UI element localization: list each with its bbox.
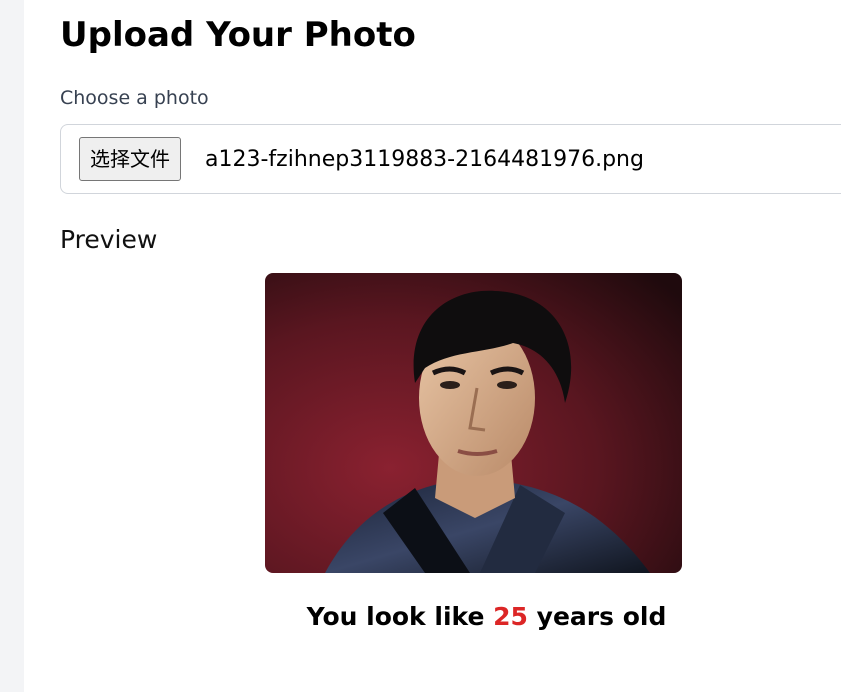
photo-eye-left	[440, 381, 460, 389]
upload-card: Upload Your Photo Choose a photo 选择文件 a1…	[24, 0, 841, 692]
choose-file-button[interactable]: 选择文件	[79, 137, 181, 181]
age-result-suffix: years old	[536, 602, 667, 631]
selected-file-name: a123-fzihnep3119883-2164481976.png	[205, 147, 644, 172]
page-title: Upload Your Photo	[60, 15, 416, 55]
preview-image	[265, 273, 682, 573]
choose-photo-label: Choose a photo	[60, 87, 209, 109]
photo-eye-right	[497, 381, 517, 389]
file-input-field[interactable]: 选择文件 a123-fzihnep3119883-2164481976.png	[60, 124, 841, 194]
age-result-prefix: You look like	[306, 602, 485, 631]
preview-heading: Preview	[60, 225, 158, 254]
age-result: You look like 25 years old	[24, 599, 841, 635]
age-value: 25	[493, 602, 528, 631]
